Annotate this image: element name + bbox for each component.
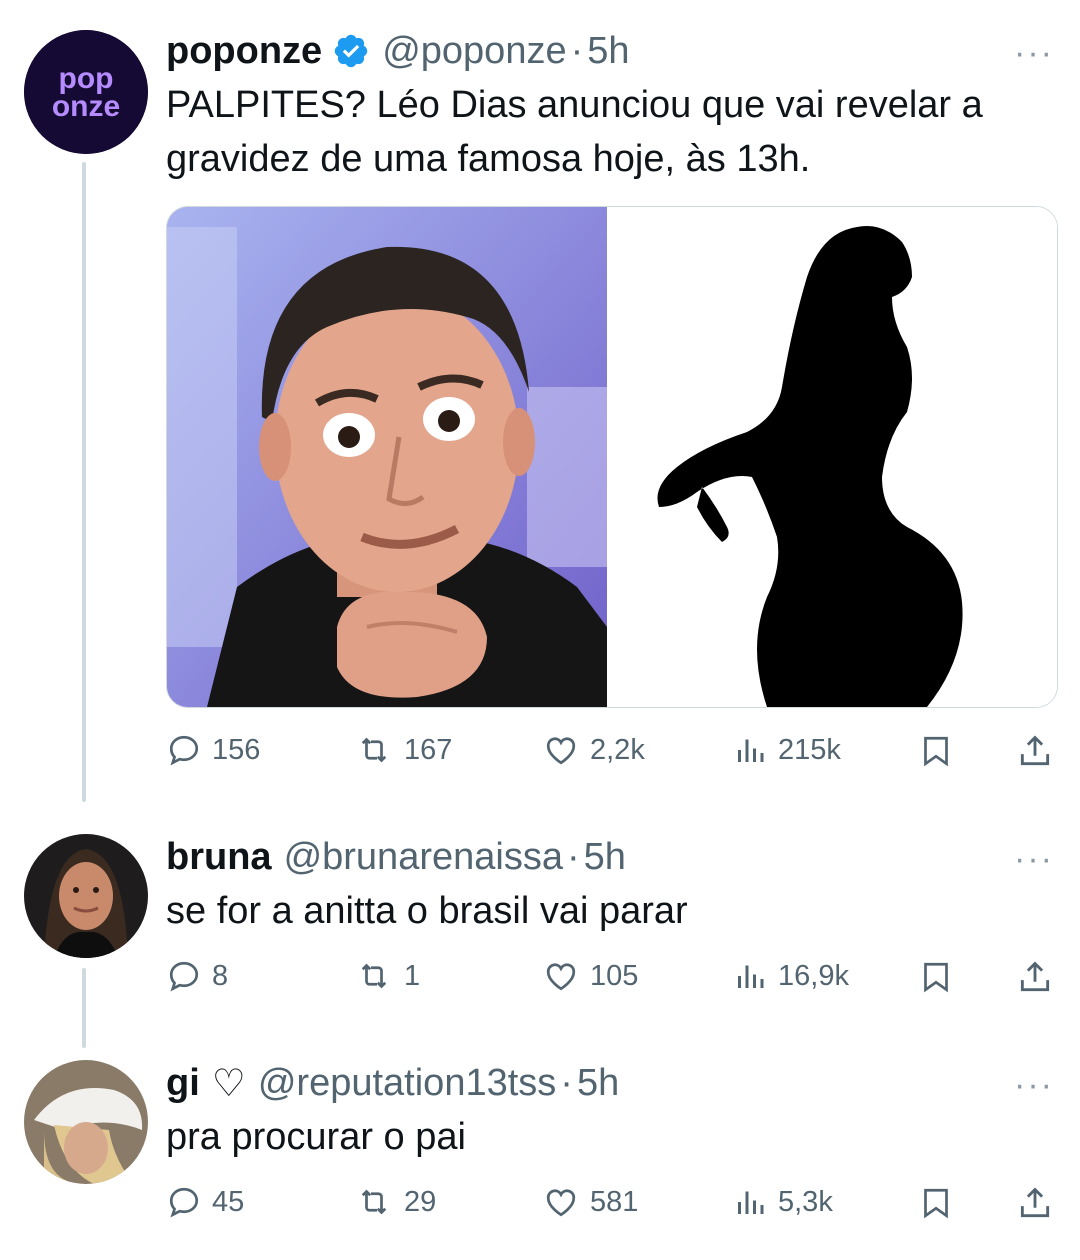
like-count: 2,2k <box>590 733 645 766</box>
views-button[interactable]: 5,3k <box>732 1184 833 1220</box>
views-button[interactable]: 215k <box>732 732 841 768</box>
like-button[interactable]: 2,2k <box>542 732 645 768</box>
like-icon <box>546 737 576 765</box>
bookmark-icon <box>924 962 948 993</box>
handle[interactable]: @reputation13tss <box>258 1062 556 1105</box>
display-name[interactable]: bruna <box>166 836 272 879</box>
poponze-logo-icon: pop onze <box>24 30 148 154</box>
views-icon <box>738 965 764 988</box>
more-icon[interactable]: ··· <box>1014 1066 1054 1105</box>
tweet-header: poponze @poponze · 5h <box>166 28 630 74</box>
tweet-text: pra procurar o pai <box>166 1110 466 1164</box>
separator-dot: · <box>560 1061 573 1104</box>
share-button[interactable] <box>1016 732 1054 775</box>
tweet-text-line: pra procurar o pai <box>166 1116 466 1158</box>
views-button[interactable]: 16,9k <box>732 958 849 994</box>
tweet-text-line: PALPITES? Léo Dias anunciou que vai reve… <box>166 84 983 126</box>
share-icon <box>1020 735 1050 766</box>
tweet-main[interactable]: pop onze poponze @poponze · 5h ··· PALPI… <box>0 0 1080 800</box>
reply-icon <box>169 735 199 766</box>
tweet-actions: 8 1 105 16,9k <box>166 958 1056 998</box>
user-photo-icon <box>24 834 148 958</box>
repost-button[interactable]: 29 <box>354 1184 436 1220</box>
man-portrait-image <box>167 207 607 707</box>
repost-button[interactable]: 1 <box>354 958 420 994</box>
handle[interactable]: @brunarenaissa <box>284 836 563 879</box>
handle[interactable]: @poponze <box>382 30 566 73</box>
reply-button[interactable]: 8 <box>166 958 228 994</box>
reply-button[interactable]: 156 <box>166 732 260 768</box>
views-icon <box>738 1191 764 1214</box>
avatar-bruna[interactable] <box>24 834 148 958</box>
more-icon[interactable]: ··· <box>1014 34 1054 73</box>
share-icon <box>1020 961 1050 992</box>
reply-count: 8 <box>212 959 229 992</box>
reply-icon <box>169 961 199 992</box>
tweet-text-line: gravidez de uma famosa hoje, às 13h. <box>166 138 811 180</box>
tweet-header: bruna @brunarenaissa · 5h <box>166 834 626 880</box>
reply-count: 45 <box>212 1185 245 1218</box>
repost-icon <box>361 737 387 763</box>
like-button[interactable]: 581 <box>542 1184 638 1220</box>
repost-icon <box>361 963 387 989</box>
verified-badge-icon <box>332 32 370 70</box>
tweet-text-line: se for a anitta o brasil vai parar <box>166 890 688 932</box>
reply-icon <box>169 1187 199 1218</box>
media-silhouette[interactable] <box>607 207 1057 707</box>
views-icon <box>738 739 764 762</box>
separator-dot: · <box>566 835 580 878</box>
timestamp[interactable]: 5h <box>577 1062 619 1105</box>
avatar-gi[interactable] <box>24 1060 148 1184</box>
bookmark-button[interactable] <box>918 732 954 775</box>
repost-count: 29 <box>404 1185 437 1218</box>
like-count: 581 <box>590 1185 639 1218</box>
bookmark-icon <box>924 736 948 767</box>
share-icon <box>1020 1187 1050 1218</box>
bookmark-icon <box>924 1188 948 1219</box>
tweet-reply[interactable]: gi ♡ @reputation13tss · 5h ··· pra procu… <box>0 1046 1080 1256</box>
tweet-reply[interactable]: bruna @brunarenaissa · 5h ··· se for a a… <box>0 820 1080 1030</box>
like-icon <box>546 1189 576 1217</box>
tweet-text: PALPITES? Léo Dias anunciou que vai reve… <box>166 78 983 186</box>
views-count: 215k <box>778 733 841 766</box>
user-photo-icon <box>24 1060 148 1184</box>
repost-count: 1 <box>404 959 421 992</box>
repost-button[interactable]: 167 <box>354 732 452 768</box>
tweet-text: se for a anitta o brasil vai parar <box>166 884 688 938</box>
media-photo-man[interactable] <box>167 207 607 707</box>
display-name[interactable]: gi <box>166 1062 200 1105</box>
bookmark-button[interactable] <box>918 1184 954 1227</box>
avatar-logo-line2: onze <box>52 90 120 123</box>
views-count: 5,3k <box>778 1185 833 1218</box>
more-icon[interactable]: ··· <box>1014 840 1054 879</box>
heart-emoji-icon: ♡ <box>211 1062 246 1105</box>
like-button[interactable]: 105 <box>542 958 638 994</box>
share-button[interactable] <box>1016 1184 1054 1227</box>
reply-count: 156 <box>212 733 261 766</box>
like-icon <box>546 963 576 991</box>
share-button[interactable] <box>1016 958 1054 1001</box>
separator-dot: · <box>570 29 584 72</box>
display-name[interactable]: poponze <box>166 30 322 73</box>
tweet-media[interactable] <box>166 206 1058 708</box>
tweet-actions: 156 167 2,2k 215k <box>166 732 1056 772</box>
like-count: 105 <box>590 959 639 992</box>
tweet-actions: 45 29 581 5,3k <box>166 1184 1056 1224</box>
repost-count: 167 <box>404 733 453 766</box>
tweet-header: gi ♡ @reputation13tss · 5h <box>166 1060 619 1106</box>
repost-icon <box>361 1189 387 1215</box>
timestamp[interactable]: 5h <box>584 836 626 879</box>
timestamp[interactable]: 5h <box>587 30 629 73</box>
views-count: 16,9k <box>778 959 849 992</box>
pregnant-silhouette-image <box>607 207 1057 707</box>
bookmark-button[interactable] <box>918 958 954 1001</box>
reply-button[interactable]: 45 <box>166 1184 244 1220</box>
avatar-poponze[interactable]: pop onze <box>24 30 148 154</box>
